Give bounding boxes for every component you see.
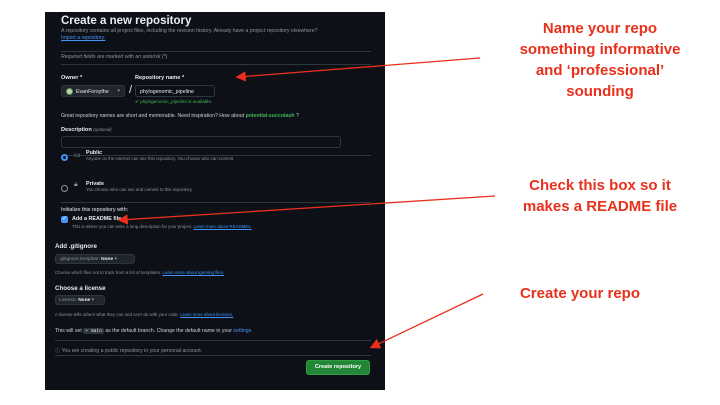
default-branch-note: This will set ⑂ main as the default bran…: [55, 328, 251, 334]
readme-help: This is where you can write a long descr…: [72, 224, 252, 229]
info-icon: ⓘ: [55, 348, 61, 354]
description-label-row: Description (optional): [61, 127, 112, 133]
add-readme-label[interactable]: Add a README file: [72, 216, 121, 222]
gitignore-learn-more-link[interactable]: Learn more about ignoring files.: [162, 270, 224, 275]
git-branch-icon: ⑂: [85, 329, 89, 334]
description-input[interactable]: [61, 136, 341, 148]
chevron-down-icon: ▾: [114, 256, 117, 262]
owner-repo-separator: /: [129, 84, 133, 96]
description-label: Description: [61, 127, 92, 133]
license-learn-more-link[interactable]: Learn more about licenses.: [180, 312, 233, 317]
availability-text: phylogenomic_pipeline is available.: [140, 99, 213, 104]
note-line: Name your repo: [542, 20, 658, 37]
name-repo-note: Name your repo something informative and…: [490, 18, 710, 102]
gitignore-help: Choose which files not to track from a l…: [55, 270, 224, 275]
inspiration-text: Great repository names are short and mem…: [61, 113, 299, 119]
public-notice: ⓘ You are creating a public repository i…: [55, 347, 202, 354]
license-select-label: License:: [59, 297, 77, 303]
repo-icon: ▭: [74, 152, 81, 159]
divider: [61, 64, 371, 65]
lock-icon: 🔒︎: [74, 181, 78, 188]
license-heading: Choose a license: [55, 285, 106, 292]
initialize-heading: Initialize this repository with:: [61, 207, 129, 213]
divider: [61, 202, 371, 203]
repo-name-label: Repository name *: [135, 75, 185, 81]
branch-suffix: as the default branch. Change the defaul…: [105, 328, 232, 334]
check-circle-icon: ✔: [135, 99, 139, 104]
license-select-value: None: [78, 297, 91, 303]
page-title: Create a new repository: [61, 15, 192, 27]
private-subtitle: You choose who can see and commit to thi…: [86, 187, 193, 192]
settings-link[interactable]: settings: [233, 328, 251, 334]
public-subtitle: Anyone on the internet can see this repo…: [86, 156, 235, 161]
inspiration-prefix: Great repository names are short and mem…: [61, 113, 245, 119]
create-repository-button[interactable]: Create repository: [306, 360, 370, 375]
create-repo-note: Create your repo: [490, 283, 670, 304]
inspiration-suffix: ?: [296, 113, 299, 119]
gitignore-select-label: .gitignore template:: [59, 256, 100, 262]
note-line: and ‘professional’: [535, 62, 665, 79]
license-help-text: A license tells others what they can and…: [55, 312, 180, 317]
gitignore-select-value: None: [101, 256, 114, 262]
owner-value: EvanForsythe: [76, 88, 109, 95]
page-description-text: A repository contains all project files,…: [61, 28, 318, 34]
slide: Create a new repository A repository con…: [0, 0, 720, 405]
note-line: Check this box so it: [529, 177, 671, 194]
note-line: sounding: [566, 83, 634, 100]
divider: [55, 355, 371, 356]
note-line: Create your repo: [519, 285, 641, 302]
repository-name-value: phylogenomic_pipeline: [140, 88, 194, 95]
owner-select[interactable]: EvanForsythe ▾: [61, 85, 125, 97]
gitignore-help-text: Choose which files not to track from a l…: [55, 270, 162, 275]
github-create-repo-screenshot: Create a new repository A repository con…: [45, 12, 385, 390]
chevron-down-icon: ▾: [91, 297, 94, 303]
public-option: Public Anyone on the internet can see th…: [86, 150, 234, 161]
avatar: [66, 88, 73, 95]
readme-learn-more-link[interactable]: Learn more about READMEs.: [194, 224, 252, 229]
branch-name: ⑂ main: [83, 328, 104, 334]
branch-name-text: main: [90, 329, 102, 334]
private-radio[interactable]: [61, 185, 68, 192]
arrow-to-create-button: [369, 293, 484, 349]
divider: [61, 51, 371, 52]
private-option: Private You choose who can see and commi…: [86, 181, 193, 192]
readme-help-text: This is where you can write a long descr…: [72, 224, 193, 229]
description-optional: (optional): [93, 127, 112, 132]
readme-note: Check this box so it makes a README file: [490, 175, 710, 217]
public-radio[interactable]: [61, 154, 68, 161]
suggested-name-link[interactable]: potential-succotash: [246, 113, 295, 119]
page-description: A repository contains all project files,…: [61, 28, 331, 42]
license-select[interactable]: License: None ▾: [55, 295, 105, 305]
gitignore-heading: Add .gitignore: [55, 243, 97, 250]
availability-status: ✔ phylogenomic_pipeline is available.: [135, 99, 212, 105]
note-line: something informative: [519, 41, 681, 58]
chevron-down-icon: ▾: [117, 88, 120, 94]
branch-prefix: This will set: [55, 328, 82, 334]
required-note: Required fields are marked with an aster…: [61, 54, 169, 60]
divider: [55, 340, 371, 341]
add-readme-checkbox[interactable]: ✓: [61, 216, 68, 223]
public-notice-text: You are creating a public repository in …: [61, 348, 203, 354]
gitignore-template-select[interactable]: .gitignore template: None ▾: [55, 254, 135, 264]
import-repository-link[interactable]: Import a repository.: [61, 35, 105, 41]
repository-name-input[interactable]: phylogenomic_pipeline: [135, 85, 215, 97]
owner-label: Owner *: [61, 75, 83, 81]
license-help: A license tells others what they can and…: [55, 312, 233, 317]
note-line: makes a README file: [522, 198, 678, 215]
